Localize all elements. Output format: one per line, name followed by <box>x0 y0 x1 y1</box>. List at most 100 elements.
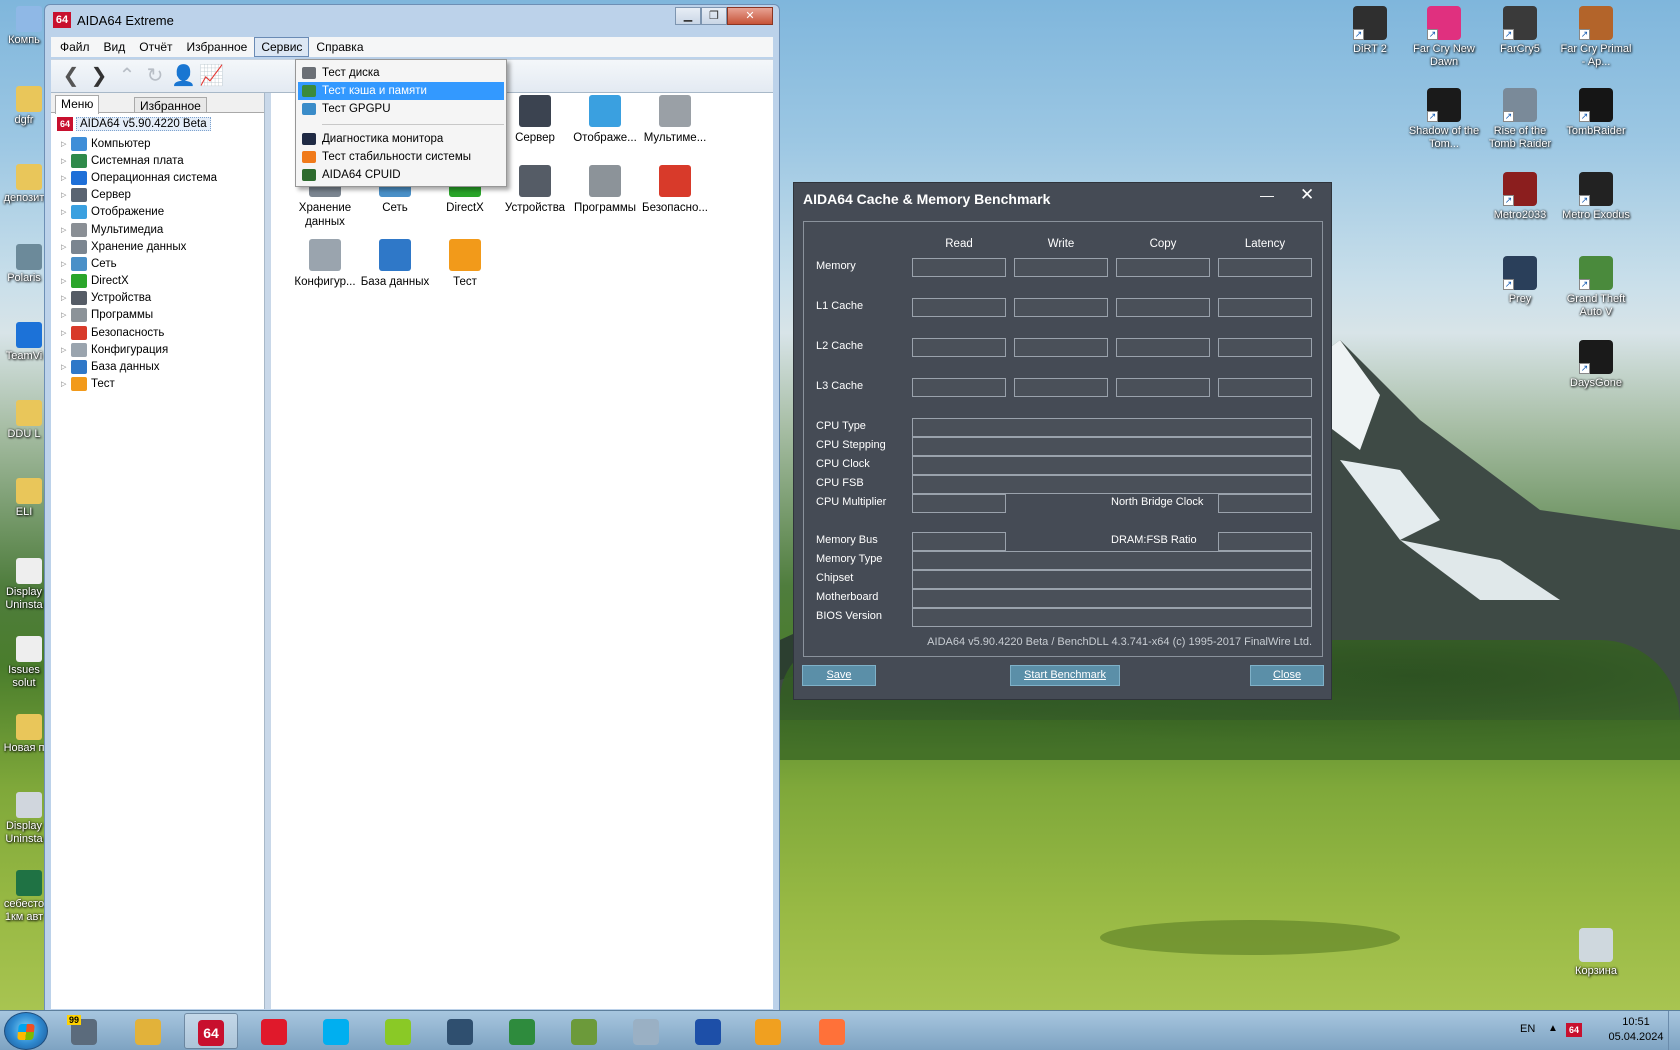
service-menu-item[interactable]: AIDA64 CPUID <box>298 166 504 184</box>
taskbar-app[interactable] <box>496 1013 550 1049</box>
language-indicator[interactable]: EN <box>1520 1023 1535 1035</box>
taskbar-app[interactable] <box>620 1013 674 1049</box>
desktop-icon[interactable]: ELI <box>0 478 48 519</box>
user-icon[interactable]: 👤 <box>171 66 196 88</box>
minimize-button[interactable]: ▁ <box>675 7 701 25</box>
desktop-icon[interactable]: Polaris <box>0 244 48 285</box>
expand-arrow-icon[interactable]: ▷ <box>61 157 71 165</box>
taskbar-app[interactable] <box>742 1013 796 1049</box>
back-icon[interactable]: ❮ <box>59 66 83 88</box>
menu-4[interactable]: Сервис <box>254 37 310 57</box>
expand-arrow-icon[interactable]: ▷ <box>61 294 71 302</box>
desktop-shortcut[interactable]: ↗ Metro2033 <box>1483 172 1557 222</box>
tree-item[interactable]: ▷ База данных <box>61 358 217 375</box>
tree-item[interactable]: ▷ Хранение данных <box>61 238 217 255</box>
expand-arrow-icon[interactable]: ▷ <box>61 191 71 199</box>
tree-item[interactable]: ▷ Безопасность <box>61 324 217 341</box>
menu-0[interactable]: Файл <box>53 37 97 57</box>
refresh-icon[interactable]: ↻ <box>143 66 167 88</box>
service-menu-item[interactable]: Тест кэша и памяти <box>298 82 504 100</box>
tree-root[interactable]: 64 AIDA64 v5.90.4220 Beta <box>57 117 211 131</box>
desktop-icon[interactable]: Компь <box>0 6 48 47</box>
desktop-icon[interactable]: DDU L <box>0 400 48 441</box>
tree-item[interactable]: ▷ Сервер <box>61 187 217 204</box>
show-desktop-button[interactable] <box>1668 1011 1680 1050</box>
expand-arrow-icon[interactable]: ▷ <box>61 243 71 251</box>
desktop-shortcut[interactable]: Корзина <box>1559 928 1633 978</box>
clock[interactable]: 10:51 05.04.2024 <box>1600 1015 1672 1045</box>
expand-arrow-icon[interactable]: ▷ <box>61 226 71 234</box>
tree-item[interactable]: ▷ Операционная система <box>61 169 217 186</box>
expand-arrow-icon[interactable]: ▷ <box>61 277 71 285</box>
expand-arrow-icon[interactable]: ▷ <box>61 380 71 388</box>
tree-item[interactable]: ▷ Системная плата <box>61 152 217 169</box>
start-benchmark-button[interactable]: Start Benchmark <box>1010 665 1120 686</box>
desktop-icon[interactable]: себесто 1км авт <box>0 870 48 924</box>
taskbar-app[interactable] <box>434 1013 488 1049</box>
category-tile[interactable]: Мультиме... <box>639 95 711 145</box>
desktop-icon[interactable]: Display Uninsta <box>0 792 48 846</box>
desktop-shortcut[interactable]: ↗ Grand Theft Auto V <box>1559 256 1633 319</box>
expand-arrow-icon[interactable]: ▷ <box>61 174 71 182</box>
chart-icon[interactable]: 📈 <box>199 66 224 88</box>
desktop-icon[interactable]: TeamVi <box>0 322 48 363</box>
expand-arrow-icon[interactable]: ▷ <box>61 329 71 337</box>
up-icon[interactable]: ⌃ <box>115 66 139 88</box>
taskbar-app[interactable] <box>372 1013 426 1049</box>
taskbar-app[interactable] <box>122 1013 176 1049</box>
service-menu-item[interactable]: Тест GPGPU <box>298 100 504 118</box>
desktop-icon[interactable]: Issues solut <box>0 636 48 690</box>
desktop-shortcut[interactable]: ↗ DaysGone <box>1559 340 1633 390</box>
menu-5[interactable]: Справка <box>309 37 370 57</box>
start-button[interactable] <box>4 1012 48 1050</box>
menu-2[interactable]: Отчёт <box>132 37 179 57</box>
save-button[interactable]: Save <box>802 665 876 686</box>
close-button[interactable]: Close <box>1250 665 1324 686</box>
category-tile[interactable]: Отображе... <box>569 95 641 145</box>
tree-item[interactable]: ▷ Программы <box>61 307 217 324</box>
aida64-tray-icon[interactable]: 64 <box>1566 1023 1582 1037</box>
expand-arrow-icon[interactable]: ▷ <box>61 311 71 319</box>
tree-item[interactable]: ▷ Конфигурация <box>61 341 217 358</box>
tab-menu[interactable]: Меню <box>55 95 100 114</box>
forward-icon[interactable]: ❯ <box>87 66 111 88</box>
menu-3[interactable]: Избранное <box>180 37 255 57</box>
expand-arrow-icon[interactable]: ▷ <box>61 208 71 216</box>
tree-item[interactable]: ▷ Отображение <box>61 204 217 221</box>
category-tile[interactable]: Сервер <box>499 95 571 145</box>
taskbar-app[interactable] <box>682 1013 736 1049</box>
service-menu-item[interactable]: Диагностика монитора <box>298 130 504 148</box>
show-hidden-icons-icon[interactable]: ▲ <box>1548 1023 1558 1034</box>
tree-item[interactable]: ▷ Мультимедиа <box>61 221 217 238</box>
desktop-shortcut[interactable]: ↗ Metro Exodus <box>1559 172 1633 222</box>
desktop-shortcut[interactable]: ↗ Far Cry New Dawn <box>1407 6 1481 69</box>
taskbar-app[interactable]: 64 <box>184 1013 238 1049</box>
category-tile[interactable]: Устройства <box>499 165 571 215</box>
desktop-shortcut[interactable]: ↗ Prey <box>1483 256 1557 306</box>
desktop-shortcut[interactable]: ↗ DiRT 2 <box>1333 6 1407 56</box>
taskbar-app[interactable] <box>310 1013 364 1049</box>
taskbar-app[interactable] <box>248 1013 302 1049</box>
expand-arrow-icon[interactable]: ▷ <box>61 260 71 268</box>
title-bar[interactable]: 64 AIDA64 Extreme ▁ ❐ ✕ <box>45 5 779 35</box>
desktop-icon[interactable]: Новая п <box>0 714 48 755</box>
tab-favorites[interactable]: Избранное <box>134 97 207 113</box>
expand-arrow-icon[interactable]: ▷ <box>61 140 71 148</box>
desktop-shortcut[interactable]: ↗ TombRaider <box>1559 88 1633 138</box>
taskbar-app[interactable]: 99 <box>58 1013 112 1049</box>
service-menu-item[interactable]: Тест стабильности системы <box>298 148 504 166</box>
category-tile[interactable]: Программы <box>569 165 641 215</box>
category-tile[interactable]: База данных <box>359 239 431 289</box>
desktop-shortcut[interactable]: ↗ Shadow of the Tom... <box>1407 88 1481 151</box>
desktop-shortcut[interactable]: ↗ Far Cry Primal - Ap... <box>1559 6 1633 69</box>
tree-item[interactable]: ▷ Тест <box>61 376 217 393</box>
tree-item[interactable]: ▷ Устройства <box>61 290 217 307</box>
desktop-icon[interactable]: dgfr <box>0 86 48 127</box>
desktop-icon[interactable]: депозит <box>0 164 48 205</box>
category-tile[interactable]: Безопасно... <box>639 165 711 215</box>
menu-1[interactable]: Вид <box>97 37 133 57</box>
tree-item[interactable]: ▷ Компьютер <box>61 135 217 152</box>
taskbar-app[interactable] <box>558 1013 612 1049</box>
taskbar-app[interactable] <box>806 1013 860 1049</box>
expand-arrow-icon[interactable]: ▷ <box>61 346 71 354</box>
